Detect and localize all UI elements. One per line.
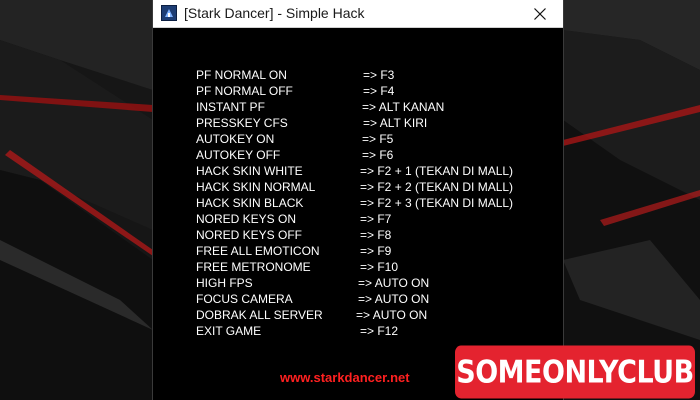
hotkey-key: => ALT KIRI <box>363 116 428 130</box>
hotkey-label: DOBRAK ALL SERVER <box>196 308 323 322</box>
hotkey-key: => F4 <box>363 84 395 98</box>
hotkey-key: => F7 <box>360 212 392 226</box>
hotkey-key: => F2 + 1 (TEKAN DI MALL) <box>360 164 514 178</box>
hotkey-key: => ALT KANAN <box>362 100 445 114</box>
watermark-badge: SOMEONLYCLUB <box>455 345 695 399</box>
hotkey-label: HACK SKIN BLACK <box>196 196 304 210</box>
hotkey-label: FOCUS CAMERA <box>196 292 293 306</box>
hotkey-key: => F2 + 2 (TEKAN DI MALL) <box>360 180 514 194</box>
hotkey-label: FREE ALL EMOTICON <box>196 244 320 258</box>
title-bar[interactable]: [Stark Dancer] - Simple Hack <box>153 0 563 28</box>
hotkey-key: => AUTO ON <box>358 276 430 290</box>
hotkey-key: => F8 <box>360 228 392 242</box>
hotkey-key: => F2 + 3 (TEKAN DI MALL) <box>360 196 514 210</box>
hotkey-key: => F9 <box>360 244 392 258</box>
hotkey-label: FREE METRONOME <box>196 260 311 274</box>
hotkey-label: HACK SKIN WHITE <box>196 164 303 178</box>
hotkey-key: => F3 <box>363 68 395 82</box>
hotkey-label: HACK SKIN NORMAL <box>196 180 316 194</box>
hotkey-key: => F6 <box>362 148 394 162</box>
hotkey-label: PF NORMAL OFF <box>196 84 293 98</box>
website-link[interactable]: www.starkdancer.net <box>280 370 410 385</box>
hotkey-key: => F12 <box>360 324 399 338</box>
close-icon <box>534 8 546 20</box>
hotkey-label: INSTANT PF <box>196 100 265 114</box>
hotkey-list: PF NORMAL ON => F3 PF NORMAL OFF => F4 I… <box>153 28 563 400</box>
hotkey-label: PF NORMAL ON <box>196 68 287 82</box>
close-button[interactable] <box>517 0 563 27</box>
hotkey-label: AUTOKEY OFF <box>196 148 281 162</box>
hotkey-key: => AUTO ON <box>356 308 428 322</box>
window-title: [Stark Dancer] - Simple Hack <box>184 5 365 21</box>
hotkey-label: NORED KEYS OFF <box>196 228 303 242</box>
app-icon <box>161 5 177 21</box>
hotkey-label: EXIT GAME <box>196 324 262 338</box>
hotkey-label: PRESSKEY CFS <box>196 116 288 130</box>
hotkey-label: HIGH FPS <box>196 276 253 290</box>
hotkey-label: AUTOKEY ON <box>196 132 275 146</box>
hotkey-key: => AUTO ON <box>358 292 430 306</box>
hack-window: [Stark Dancer] - Simple Hack PF NORMAL O… <box>153 0 563 400</box>
hotkey-key: => F5 <box>362 132 394 146</box>
hotkey-key: => F10 <box>360 260 399 274</box>
hotkey-label: NORED KEYS ON <box>196 212 297 226</box>
